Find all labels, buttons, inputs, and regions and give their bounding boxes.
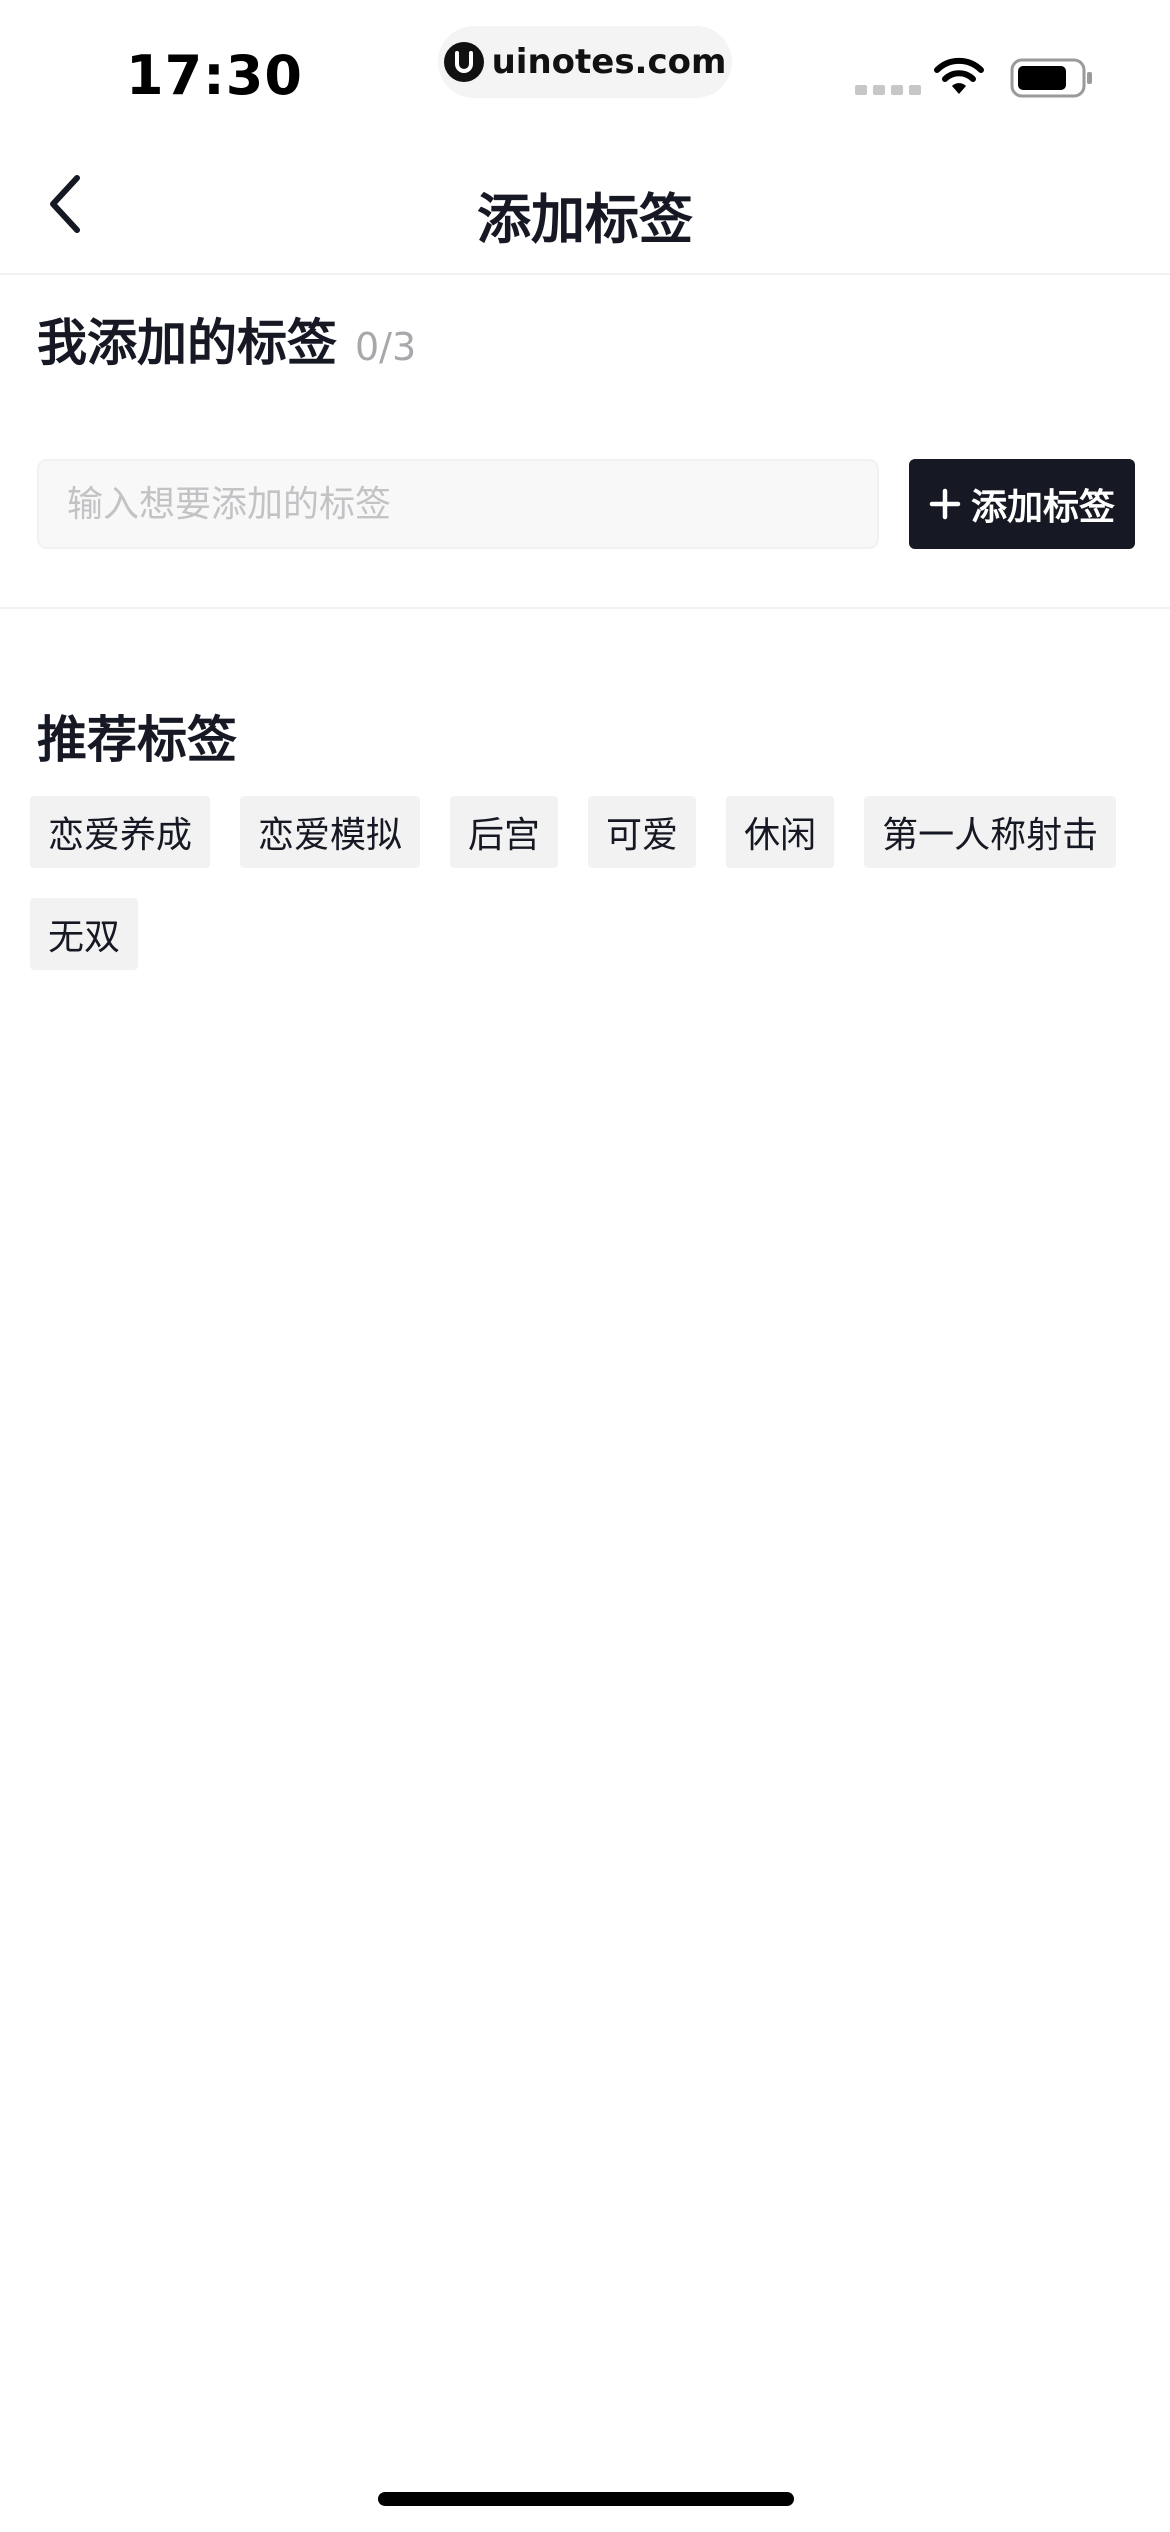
my-tags-header: 我添加的标签 0/3 [37, 303, 416, 375]
add-tag-button[interactable]: 添加标签 [909, 459, 1135, 549]
site-logo-icon [443, 42, 484, 82]
recommended-tag-chip[interactable]: 恋爱养成 [30, 796, 211, 868]
wifi-icon [934, 57, 984, 94]
tag-input[interactable] [37, 459, 879, 549]
signal-icon [855, 85, 921, 95]
recommended-tag-chip[interactable]: 可爱 [588, 796, 697, 868]
url-text: uinotes.com [491, 42, 727, 82]
recommended-tag-chip[interactable]: 休闲 [726, 796, 835, 868]
tag-count: 0/3 [355, 325, 417, 369]
nav-bar: 添加标签 [0, 135, 1170, 275]
add-tag-button-label: 添加标签 [970, 487, 1115, 528]
plus-icon [929, 488, 961, 520]
recommended-tag-chip[interactable]: 无双 [30, 898, 139, 970]
section-divider [0, 607, 1170, 609]
page-title: 添加标签 [477, 188, 693, 251]
recommended-title: 推荐标签 [37, 711, 237, 769]
status-bar: 17:30 uinotes.com [0, 0, 1170, 135]
url-pill[interactable]: uinotes.com [438, 26, 732, 98]
recommended-tag-list: 恋爱养成 恋爱模拟 后宫 可爱 休闲 第一人称射击 无双 [30, 796, 1140, 970]
recommended-tag-chip[interactable]: 恋爱模拟 [240, 796, 421, 868]
recommended-tag-chip[interactable]: 后宫 [450, 796, 559, 868]
recommended-tag-chip[interactable]: 第一人称射击 [864, 796, 1117, 868]
add-tag-row: 添加标签 [37, 459, 1135, 549]
home-indicator[interactable] [378, 2492, 794, 2506]
my-tags-title: 我添加的标签 [37, 314, 337, 372]
status-time: 17:30 [126, 44, 303, 107]
battery-icon [1010, 58, 1092, 98]
